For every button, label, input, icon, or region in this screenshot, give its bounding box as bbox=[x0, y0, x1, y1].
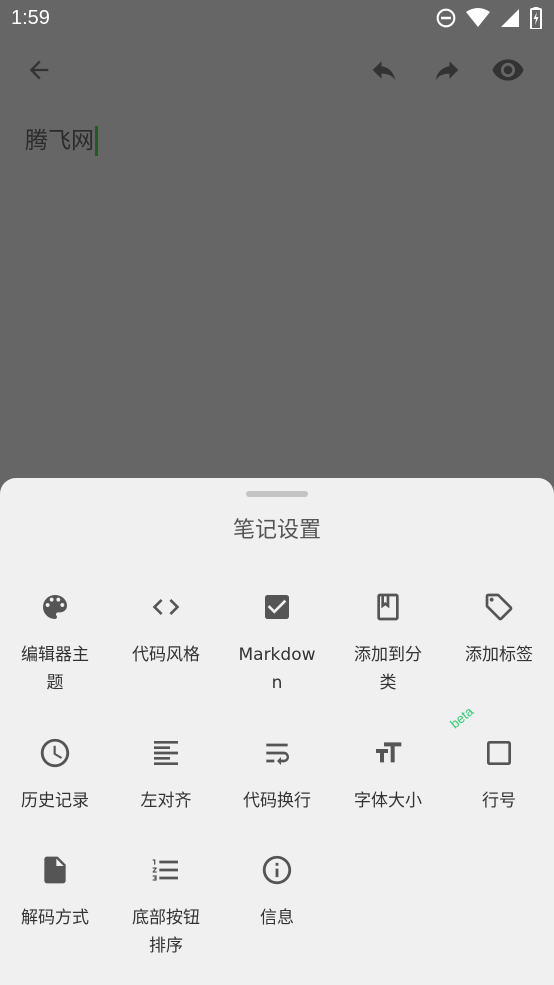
battery-charging-icon bbox=[530, 7, 542, 29]
redo-icon bbox=[435, 61, 459, 80]
decode-method-button[interactable]: 解码方式 bbox=[0, 840, 110, 932]
checkbox-empty-icon bbox=[487, 741, 511, 765]
palette-icon bbox=[43, 595, 67, 619]
toolbar bbox=[0, 38, 554, 104]
back-button[interactable] bbox=[21, 52, 57, 88]
code-wrap-button[interactable]: 代码换行 bbox=[222, 723, 332, 815]
item-label: 编辑器主题 bbox=[21, 645, 89, 693]
info-button[interactable]: 信息 bbox=[222, 840, 332, 932]
item-label: 字体大小 bbox=[354, 791, 422, 811]
book-bookmark-icon bbox=[377, 593, 399, 621]
status-bar: 1:59 bbox=[0, 0, 554, 38]
code-icon bbox=[152, 599, 180, 615]
item-label: 代码换行 bbox=[243, 791, 311, 811]
signal-icon bbox=[501, 9, 519, 27]
bottom-button-order-button[interactable]: 底部按钮排序 bbox=[111, 840, 221, 960]
wrap-text-icon bbox=[266, 743, 289, 765]
undo-icon bbox=[372, 61, 396, 80]
eye-icon bbox=[492, 59, 524, 81]
file-icon bbox=[44, 856, 66, 884]
item-label: 行号 bbox=[482, 791, 516, 811]
line-numbers-toggle[interactable]: 行号 bbox=[444, 723, 554, 815]
ordered-list-icon bbox=[152, 859, 178, 881]
text-cursor bbox=[95, 126, 98, 156]
status-time: 1:59 bbox=[11, 7, 50, 29]
markdown-toggle[interactable]: Markdown bbox=[222, 577, 332, 697]
drag-handle[interactable] bbox=[246, 491, 308, 497]
item-label: 添加标签 bbox=[465, 645, 533, 665]
item-label: 代码风格 bbox=[132, 645, 200, 665]
editor-content[interactable]: 腾飞网 bbox=[25, 126, 98, 156]
history-button[interactable]: 历史记录 bbox=[0, 723, 110, 815]
item-label: 底部按钮排序 bbox=[132, 908, 200, 956]
item-label: 历史记录 bbox=[21, 791, 89, 811]
item-label: 信息 bbox=[260, 908, 294, 928]
align-left-button[interactable]: 左对齐 bbox=[111, 723, 221, 815]
preview-button[interactable] bbox=[490, 52, 526, 88]
editor-theme-button[interactable]: 编辑器主题 bbox=[0, 577, 110, 697]
add-tag-button[interactable]: 添加标签 bbox=[444, 577, 554, 669]
text-size-icon bbox=[376, 742, 402, 763]
item-label: 添加到分类 bbox=[354, 645, 422, 693]
code-style-button[interactable]: 代码风格 bbox=[111, 577, 221, 669]
do-not-disturb-icon bbox=[436, 8, 456, 28]
checkbox-checked-icon bbox=[265, 595, 289, 619]
undo-button[interactable] bbox=[366, 52, 402, 88]
wifi-icon bbox=[466, 8, 490, 27]
item-label: Markdown bbox=[238, 645, 316, 693]
item-label: 解码方式 bbox=[21, 908, 89, 928]
align-left-icon bbox=[154, 741, 178, 765]
item-label: 左对齐 bbox=[140, 791, 192, 811]
note-settings-sheet: 笔记设置 编辑器主题 代码风格 Markdown 添加到分类 添加标签 历史记录… bbox=[0, 478, 554, 985]
redo-button[interactable] bbox=[429, 52, 465, 88]
info-icon bbox=[262, 855, 292, 885]
clock-icon bbox=[40, 738, 70, 768]
tag-icon bbox=[485, 593, 513, 621]
font-size-button[interactable]: 字体大小 bbox=[333, 723, 443, 815]
sheet-title: 笔记设置 bbox=[232, 518, 321, 543]
arrow-back-icon bbox=[29, 60, 49, 80]
add-to-category-button[interactable]: 添加到分类 bbox=[333, 577, 443, 697]
status-icons bbox=[436, 7, 542, 29]
editor-text: 腾飞网 bbox=[25, 128, 94, 154]
